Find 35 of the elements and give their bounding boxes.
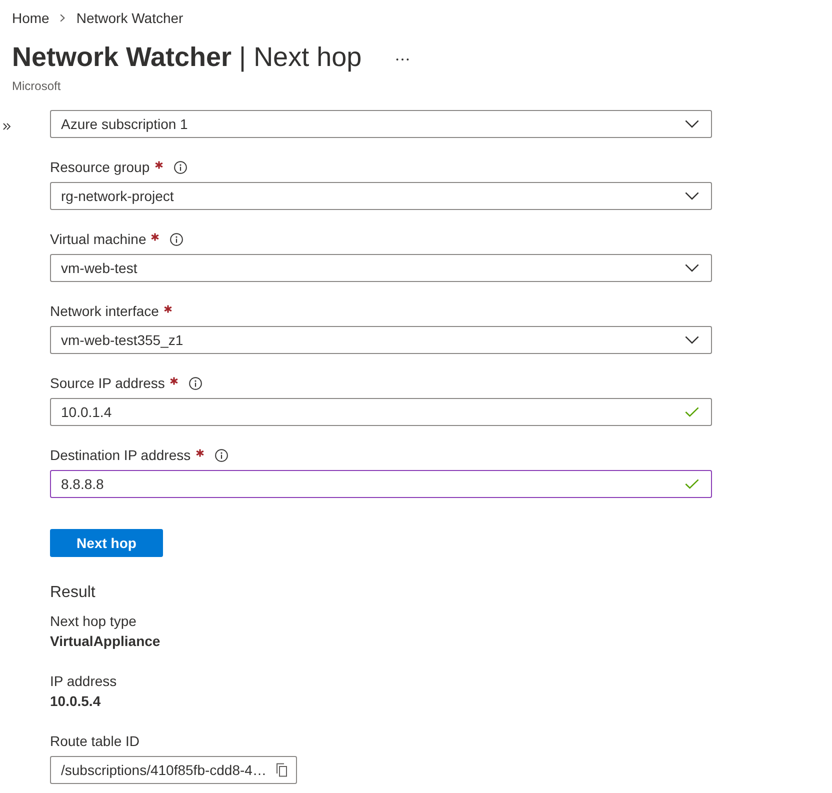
result-value: VirtualAppliance [50, 632, 160, 651]
info-icon[interactable] [170, 232, 184, 246]
field-label: Destination IP address [50, 446, 191, 465]
dropdown[interactable]: vm-web-test355_z1 [50, 326, 712, 354]
chevron-right-icon [60, 14, 66, 22]
breadcrumb-link[interactable]: Network Watcher [76, 9, 184, 27]
breadcrumb-link[interactable]: Home [12, 9, 50, 27]
field-label: Resource group [50, 158, 150, 177]
field-label: Virtual machine [50, 230, 146, 249]
chevron-down-icon [685, 264, 699, 272]
publisher-label: Microsoft [12, 79, 61, 93]
result-heading: Result [50, 583, 96, 603]
info-icon[interactable] [174, 160, 187, 174]
field-label: Source IP address [50, 374, 165, 393]
chevron-down-icon [685, 192, 699, 200]
next-hop-button[interactable]: Next hop [50, 529, 163, 557]
result-value: 10.0.5.4 [50, 692, 101, 711]
more-icon[interactable] [396, 58, 409, 60]
page-title: Network Watcher | Next hop [12, 41, 362, 74]
input-field[interactable]: 10.0.1.4 [50, 398, 712, 426]
chevron-down-icon [685, 336, 699, 344]
dropdown[interactable]: vm-web-test [50, 254, 712, 282]
result-label: IP address [50, 672, 117, 691]
copy-icon[interactable] [276, 763, 288, 777]
route-table-id-field[interactable]: /subscriptions/410f85fb-cdd8-4… [50, 756, 298, 784]
result-label: Next hop type [50, 612, 136, 631]
chevron-down-icon [685, 120, 699, 128]
dropdown[interactable]: Azure subscription 1 [50, 110, 712, 138]
dropdown[interactable]: rg-network-project [50, 182, 712, 210]
result-label: Route table ID [50, 732, 140, 751]
expand-icon[interactable] [3, 123, 11, 130]
input-field[interactable]: 8.8.8.8 [50, 470, 712, 498]
field-label: Network interface [50, 302, 159, 321]
info-icon[interactable] [188, 376, 202, 390]
info-icon[interactable] [214, 448, 228, 462]
